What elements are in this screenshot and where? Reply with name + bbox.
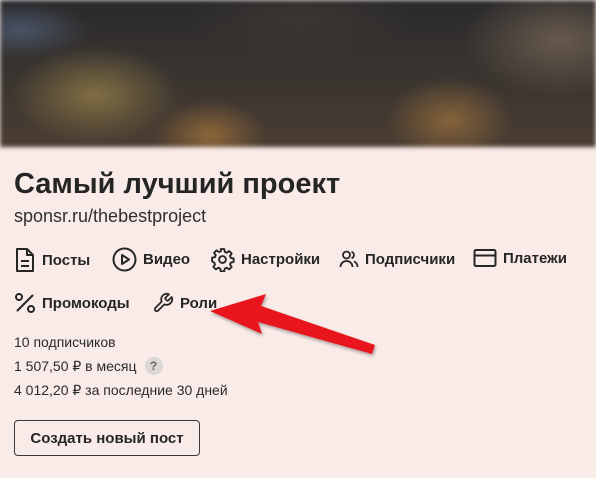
project-url[interactable]: sponsr.ru/thebestproject [14,206,206,227]
card-icon [473,248,497,268]
users-icon [339,249,359,269]
nav-settings-label: Настройки [241,251,321,268]
nav-video[interactable]: Видео [112,247,190,272]
nav-roles[interactable]: Роли [152,292,217,314]
cover-banner [0,0,596,147]
nav-posts[interactable]: Посты [14,247,90,273]
wrench-icon [152,292,174,314]
document-icon [14,247,36,273]
nav-promocodes[interactable]: Промокоды [14,292,130,314]
nav-settings[interactable]: Настройки [210,247,320,272]
nav-subscribers[interactable]: Подписчики [339,249,455,269]
stat-last30-text: 4 012,20 ₽ за последние 30 дней [14,382,228,398]
play-circle-icon [112,247,137,272]
nav-payments-label: Платежи [503,249,567,267]
stat-monthly-text: 1 507,50 ₽ в месяц [14,357,137,374]
stat-monthly: 1 507,50 ₽ в месяц ? [14,357,163,375]
help-icon[interactable]: ? [144,357,163,375]
nav-roles-label: Роли [180,294,218,312]
percent-icon [14,292,36,314]
create-post-button[interactable]: Создать новый пост [14,420,200,456]
nav-video-label: Видео [143,251,191,268]
stat-subscribers: 10 подписчиков [14,334,116,350]
stat-last30: 4 012,20 ₽ за последние 30 дней [14,382,228,399]
stat-subscribers-text: 10 подписчиков [14,334,116,350]
nav-promocodes-label: Промокоды [42,294,130,312]
nav-posts-label: Посты [42,251,91,269]
nav-subscribers-label: Подписчики [365,250,456,268]
project-title: Самый лучший проект [14,168,341,200]
nav-payments[interactable]: Платежи [473,248,567,268]
gear-icon [210,247,235,272]
